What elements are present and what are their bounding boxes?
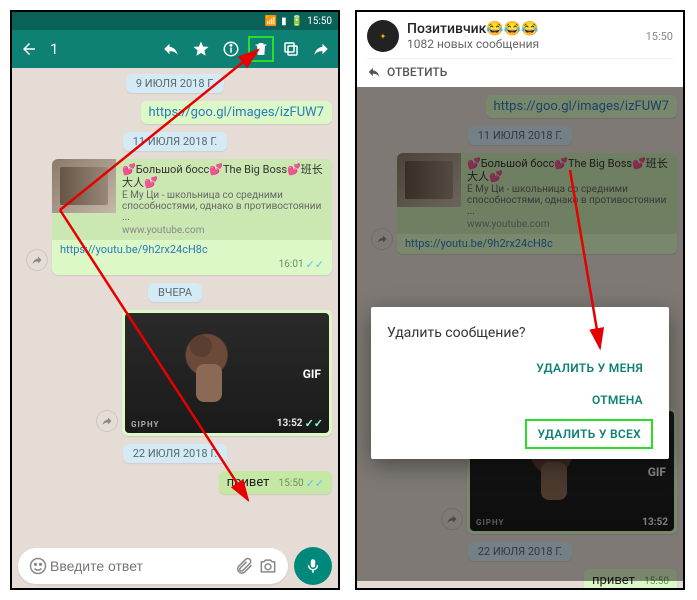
message-bubble[interactable]: https://goo.gl/images/izFUW7 [141,101,332,124]
dialog-title: Удалить сообщение? [387,325,653,341]
emoji-icon[interactable] [26,554,50,578]
delete-for-everyone-button[interactable]: УДАЛИТЬ У ВСЕХ [525,419,653,449]
message-text: привет [227,475,270,490]
notification-title: Позитивчик😂😂😂 [407,21,539,37]
notification-time: 15:50 [646,30,673,43]
youtube-description: Е Му Ци - школьница со средними способно… [122,190,326,223]
phone-screenshot-left: 📶 ▮ 🔋 15:50 1 9 ИЮЛЯ 2018 Г. https://goo… [10,10,340,590]
forward-bubble-icon[interactable] [26,249,48,271]
youtube-link[interactable]: https://youtu.be/9h2rx24cH8c [60,243,208,256]
chat-area[interactable]: 9 ИЮЛЯ 2018 Г. https://goo.gl/images/izF… [12,68,338,546]
selection-action-bar: 1 [12,30,338,68]
info-icon[interactable] [218,36,244,62]
camera-icon[interactable] [256,554,280,578]
gif-badge: GIF [303,367,321,381]
message-link[interactable]: https://goo.gl/images/izFUW7 [149,105,324,120]
notification-card[interactable]: ✦ Позитивчик😂😂😂 1082 новых сообщения 15:… [357,12,683,87]
signal-icon: ▮ [281,16,287,27]
message-input-box[interactable] [18,548,288,584]
forward-icon[interactable] [308,36,334,62]
battery-icon: 🔋 [291,16,303,27]
delete-for-me-button[interactable]: УДАЛИТЬ У МЕНЯ [526,355,653,381]
status-bar: 📶 ▮ 🔋 15:50 [12,12,338,30]
gif-message[interactable]: GIF GIPHY 13:52✓✓ [122,310,332,436]
date-pill: 11 ИЮЛЯ 2018 Г. [123,132,228,151]
chat-area-dimmed: https://goo.gl/images/izFUW7 11 ИЮЛЯ 201… [357,87,683,581]
giphy-brand: GIPHY [131,420,159,429]
selection-count: 1 [50,40,58,58]
gif-image: GIF GIPHY 13:52✓✓ [125,313,329,433]
youtube-preview-card[interactable]: 💕Большой босс💕The Big Boss💕班长大人💕 Е Му Ци… [52,159,332,275]
reply-icon[interactable] [158,36,184,62]
date-pill: 9 ИЮЛЯ 2018 Г. [126,74,224,93]
wifi-icon: 📶 [265,16,277,27]
input-bar [12,544,338,588]
message-input[interactable] [50,558,232,574]
attach-icon[interactable] [232,554,256,578]
copy-icon[interactable] [278,36,304,62]
youtube-domain: www.youtube.com [122,225,326,236]
message-bubble-selected[interactable]: привет 15:50✓✓ [219,471,332,494]
date-pill: ВЧЕРА [148,283,202,302]
phone-screenshot-right: ✦ Позитивчик😂😂😂 1082 новых сообщения 15:… [355,10,685,590]
notification-reply-button[interactable]: ОТВЕТИТЬ [367,58,673,79]
delete-dialog: Удалить сообщение? УДАЛИТЬ У МЕНЯ ОТМЕНА… [371,307,669,459]
youtube-thumbnail [52,159,116,213]
notification-avatar: ✦ [367,20,399,52]
back-icon[interactable] [16,36,42,62]
clock: 15:50 [307,16,332,27]
youtube-title: 💕Большой босс💕The Big Boss💕班长大人💕 [122,163,326,189]
date-pill: 22 ИЮЛЯ 2018 Г. [123,444,228,463]
star-icon[interactable] [188,36,214,62]
cancel-button[interactable]: ОТМЕНА [582,387,653,413]
mic-button[interactable] [294,547,332,585]
delete-icon[interactable] [248,36,274,62]
notification-subtitle: 1082 новых сообщения [407,37,539,51]
forward-bubble-icon[interactable] [96,410,118,432]
